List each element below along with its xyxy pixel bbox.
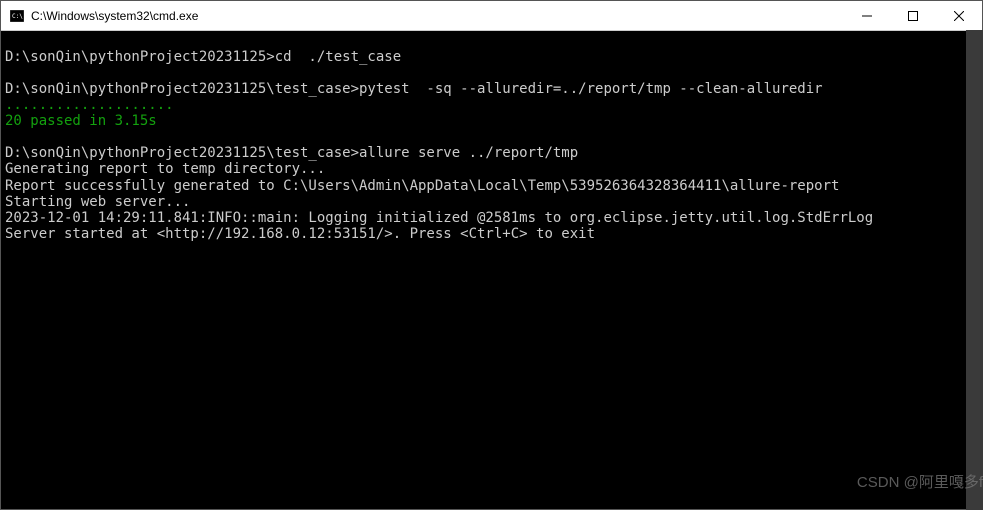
window-controls xyxy=(844,1,982,30)
console-line xyxy=(5,33,978,49)
scrollbar[interactable] xyxy=(966,30,983,510)
console-line xyxy=(5,129,978,145)
console-line: 20 passed in 3.15s xyxy=(5,113,978,129)
console-line: Report successfully generated to C:\User… xyxy=(5,178,978,194)
cmd-icon: C:\ xyxy=(9,8,25,24)
minimize-button[interactable] xyxy=(844,1,890,30)
console-line: 2023-12-01 14:29:11.841:INFO::main: Logg… xyxy=(5,210,978,226)
console-line: Server started at <http://192.168.0.12:5… xyxy=(5,226,978,242)
cmd-window: C:\ C:\Windows\system32\cmd.exe D:\sonQi… xyxy=(0,0,983,510)
console-line xyxy=(5,65,978,81)
console-line: .................... xyxy=(5,97,978,113)
window-title: C:\Windows\system32\cmd.exe xyxy=(31,9,844,23)
console-line: D:\sonQin\pythonProject20231125>cd ./tes… xyxy=(5,49,978,65)
console-output[interactable]: D:\sonQin\pythonProject20231125>cd ./tes… xyxy=(1,31,982,509)
close-button[interactable] xyxy=(936,1,982,30)
titlebar[interactable]: C:\ C:\Windows\system32\cmd.exe xyxy=(1,1,982,31)
console-line: Starting web server... xyxy=(5,194,978,210)
maximize-button[interactable] xyxy=(890,1,936,30)
console-line: D:\sonQin\pythonProject20231125\test_cas… xyxy=(5,145,978,161)
console-line: Generating report to temp directory... xyxy=(5,161,978,177)
console-line: D:\sonQin\pythonProject20231125\test_cas… xyxy=(5,81,978,97)
svg-text:C:\: C:\ xyxy=(12,13,23,20)
watermark: CSDN @阿里嘎多f xyxy=(857,471,983,492)
